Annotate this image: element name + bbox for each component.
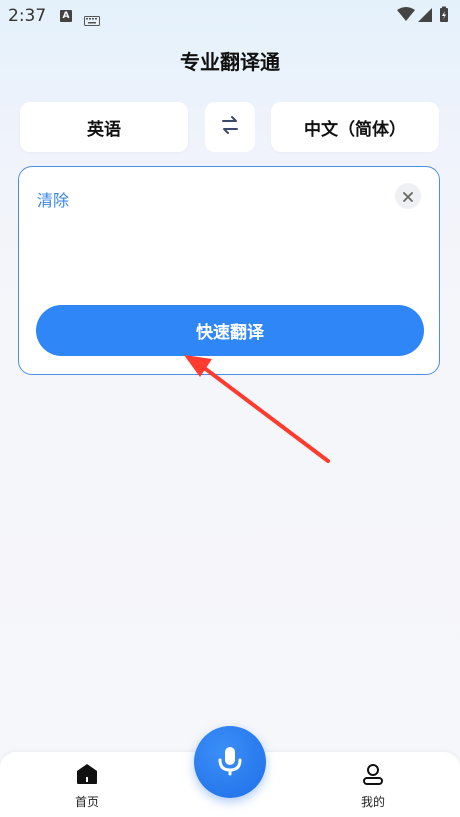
clear-button[interactable]: 清除 [37, 187, 69, 211]
microphone-icon [213, 743, 247, 781]
target-language-selector[interactable]: 中文（简体） [271, 102, 439, 152]
close-button[interactable] [395, 183, 421, 209]
app-title: 专业翻译通 [180, 50, 280, 74]
nav-mine[interactable]: 我的 [343, 762, 403, 810]
keyboard-icon [84, 11, 100, 30]
target-language-label: 中文（简体） [304, 119, 406, 140]
quick-translate-button[interactable]: 快速翻译 [36, 305, 424, 356]
wifi-icon [397, 7, 415, 21]
status-icons [396, 6, 454, 28]
text-indicator-icon: A [60, 10, 72, 22]
nav-home[interactable]: 首页 [57, 762, 117, 810]
source-language-selector[interactable]: 英语 [20, 102, 188, 152]
swap-language-button[interactable] [205, 102, 255, 152]
voice-input-button[interactable] [194, 726, 266, 798]
profile-icon [361, 762, 385, 790]
swap-arrows-icon [219, 114, 241, 140]
home-icon [75, 762, 99, 790]
signal-icon [418, 8, 432, 22]
source-language-label: 英语 [87, 119, 121, 140]
nav-home-label: 首页 [74, 795, 99, 809]
status-bar: 2:37 A [0, 0, 460, 32]
close-icon [403, 187, 413, 206]
battery-icon [440, 6, 448, 22]
status-time: 2:37 [8, 6, 47, 26]
nav-mine-label: 我的 [360, 795, 385, 809]
translation-input-card[interactable]: 清除 快速翻译 [18, 166, 440, 375]
